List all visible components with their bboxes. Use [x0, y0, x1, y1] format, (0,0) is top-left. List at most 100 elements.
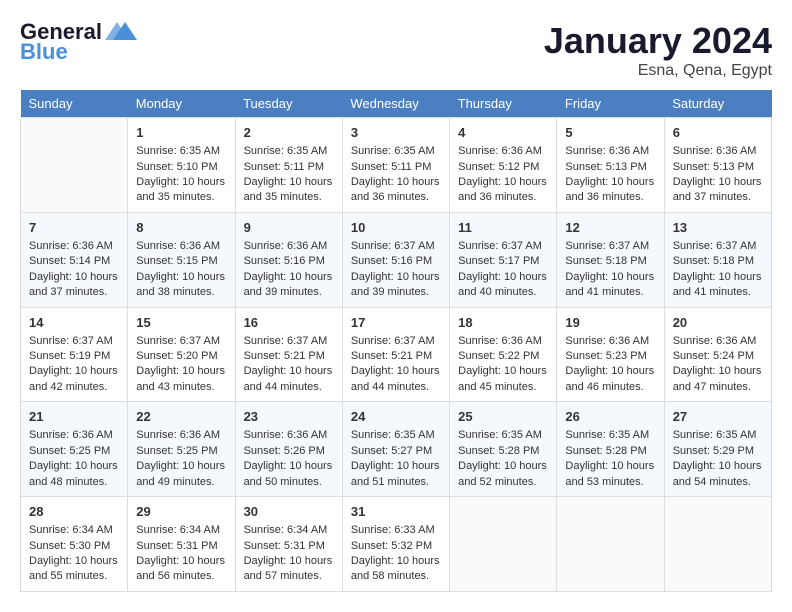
sunrise-text: Sunrise: 6:34 AM	[29, 524, 113, 536]
sunset-text: Sunset: 5:29 PM	[673, 445, 754, 457]
daylight-text: Daylight: 10 hours and 36 minutes.	[351, 176, 440, 203]
sunset-text: Sunset: 5:28 PM	[458, 445, 539, 457]
sunrise-text: Sunrise: 6:36 AM	[244, 429, 328, 441]
sunset-text: Sunset: 5:15 PM	[136, 255, 217, 267]
calendar-cell: 13 Sunrise: 6:37 AM Sunset: 5:18 PM Dayl…	[664, 212, 771, 307]
sunrise-text: Sunrise: 6:36 AM	[136, 240, 220, 252]
day-number: 28	[29, 503, 119, 521]
daylight-text: Daylight: 10 hours and 35 minutes.	[136, 176, 225, 203]
sunrise-text: Sunrise: 6:37 AM	[351, 335, 435, 347]
sunrise-text: Sunrise: 6:33 AM	[351, 524, 435, 536]
daylight-text: Daylight: 10 hours and 49 minutes.	[136, 460, 225, 487]
calendar-cell: 28 Sunrise: 6:34 AM Sunset: 5:30 PM Dayl…	[21, 497, 128, 592]
header-thursday: Thursday	[450, 90, 557, 118]
day-number: 6	[673, 124, 763, 142]
header-friday: Friday	[557, 90, 664, 118]
sunset-text: Sunset: 5:18 PM	[673, 255, 754, 267]
sunrise-text: Sunrise: 6:37 AM	[244, 335, 328, 347]
daylight-text: Daylight: 10 hours and 41 minutes.	[673, 271, 762, 298]
day-number: 19	[565, 314, 655, 332]
sunrise-text: Sunrise: 6:36 AM	[458, 335, 542, 347]
calendar-cell: 30 Sunrise: 6:34 AM Sunset: 5:31 PM Dayl…	[235, 497, 342, 592]
calendar-cell: 19 Sunrise: 6:36 AM Sunset: 5:23 PM Dayl…	[557, 307, 664, 402]
sunrise-text: Sunrise: 6:36 AM	[244, 240, 328, 252]
sunrise-text: Sunrise: 6:36 AM	[29, 240, 113, 252]
sunset-text: Sunset: 5:26 PM	[244, 445, 325, 457]
daylight-text: Daylight: 10 hours and 36 minutes.	[565, 176, 654, 203]
calendar-cell: 7 Sunrise: 6:36 AM Sunset: 5:14 PM Dayli…	[21, 212, 128, 307]
sunset-text: Sunset: 5:11 PM	[244, 161, 325, 173]
sunset-text: Sunset: 5:31 PM	[136, 540, 217, 552]
daylight-text: Daylight: 10 hours and 39 minutes.	[351, 271, 440, 298]
sunrise-text: Sunrise: 6:34 AM	[244, 524, 328, 536]
day-number: 11	[458, 219, 548, 237]
day-number: 14	[29, 314, 119, 332]
day-number: 12	[565, 219, 655, 237]
sunset-text: Sunset: 5:28 PM	[565, 445, 646, 457]
sunset-text: Sunset: 5:17 PM	[458, 255, 539, 267]
calendar-cell: 3 Sunrise: 6:35 AM Sunset: 5:11 PM Dayli…	[342, 118, 449, 213]
calendar-cell	[450, 497, 557, 592]
sunrise-text: Sunrise: 6:37 AM	[136, 335, 220, 347]
sunrise-text: Sunrise: 6:36 AM	[136, 429, 220, 441]
sunset-text: Sunset: 5:25 PM	[136, 445, 217, 457]
day-number: 10	[351, 219, 441, 237]
day-number: 30	[244, 503, 334, 521]
daylight-text: Daylight: 10 hours and 37 minutes.	[673, 176, 762, 203]
sunset-text: Sunset: 5:23 PM	[565, 350, 646, 362]
daylight-text: Daylight: 10 hours and 46 minutes.	[565, 365, 654, 392]
calendar-header-row: SundayMondayTuesdayWednesdayThursdayFrid…	[21, 90, 772, 118]
sunset-text: Sunset: 5:18 PM	[565, 255, 646, 267]
calendar-title: January 2024	[544, 20, 772, 62]
sunset-text: Sunset: 5:13 PM	[673, 161, 754, 173]
daylight-text: Daylight: 10 hours and 41 minutes.	[565, 271, 654, 298]
calendar-cell: 18 Sunrise: 6:36 AM Sunset: 5:22 PM Dayl…	[450, 307, 557, 402]
sunrise-text: Sunrise: 6:35 AM	[673, 429, 757, 441]
sunrise-text: Sunrise: 6:36 AM	[673, 145, 757, 157]
sunrise-text: Sunrise: 6:36 AM	[458, 145, 542, 157]
day-number: 23	[244, 408, 334, 426]
day-number: 21	[29, 408, 119, 426]
sunrise-text: Sunrise: 6:37 AM	[673, 240, 757, 252]
calendar-cell: 27 Sunrise: 6:35 AM Sunset: 5:29 PM Dayl…	[664, 402, 771, 497]
day-number: 9	[244, 219, 334, 237]
sunrise-text: Sunrise: 6:36 AM	[673, 335, 757, 347]
calendar-cell: 29 Sunrise: 6:34 AM Sunset: 5:31 PM Dayl…	[128, 497, 235, 592]
daylight-text: Daylight: 10 hours and 38 minutes.	[136, 271, 225, 298]
sunrise-text: Sunrise: 6:35 AM	[351, 429, 435, 441]
calendar-cell: 25 Sunrise: 6:35 AM Sunset: 5:28 PM Dayl…	[450, 402, 557, 497]
daylight-text: Daylight: 10 hours and 58 minutes.	[351, 555, 440, 582]
calendar-cell: 15 Sunrise: 6:37 AM Sunset: 5:20 PM Dayl…	[128, 307, 235, 402]
daylight-text: Daylight: 10 hours and 39 minutes.	[244, 271, 333, 298]
calendar-cell	[664, 497, 771, 592]
daylight-text: Daylight: 10 hours and 37 minutes.	[29, 271, 118, 298]
calendar-cell: 31 Sunrise: 6:33 AM Sunset: 5:32 PM Dayl…	[342, 497, 449, 592]
sunrise-text: Sunrise: 6:36 AM	[565, 145, 649, 157]
sunset-text: Sunset: 5:30 PM	[29, 540, 110, 552]
calendar-cell: 6 Sunrise: 6:36 AM Sunset: 5:13 PM Dayli…	[664, 118, 771, 213]
day-number: 5	[565, 124, 655, 142]
sunrise-text: Sunrise: 6:35 AM	[458, 429, 542, 441]
calendar-week-row: 21 Sunrise: 6:36 AM Sunset: 5:25 PM Dayl…	[21, 402, 772, 497]
day-number: 3	[351, 124, 441, 142]
sunset-text: Sunset: 5:16 PM	[351, 255, 432, 267]
sunrise-text: Sunrise: 6:34 AM	[136, 524, 220, 536]
sunrise-text: Sunrise: 6:35 AM	[351, 145, 435, 157]
day-number: 17	[351, 314, 441, 332]
day-number: 20	[673, 314, 763, 332]
calendar-cell: 8 Sunrise: 6:36 AM Sunset: 5:15 PM Dayli…	[128, 212, 235, 307]
calendar-cell: 26 Sunrise: 6:35 AM Sunset: 5:28 PM Dayl…	[557, 402, 664, 497]
sunset-text: Sunset: 5:21 PM	[351, 350, 432, 362]
sunset-text: Sunset: 5:19 PM	[29, 350, 110, 362]
calendar-cell: 9 Sunrise: 6:36 AM Sunset: 5:16 PM Dayli…	[235, 212, 342, 307]
daylight-text: Daylight: 10 hours and 56 minutes.	[136, 555, 225, 582]
sunset-text: Sunset: 5:12 PM	[458, 161, 539, 173]
day-number: 18	[458, 314, 548, 332]
calendar-week-row: 14 Sunrise: 6:37 AM Sunset: 5:19 PM Dayl…	[21, 307, 772, 402]
sunrise-text: Sunrise: 6:37 AM	[351, 240, 435, 252]
sunset-text: Sunset: 5:22 PM	[458, 350, 539, 362]
day-number: 15	[136, 314, 226, 332]
daylight-text: Daylight: 10 hours and 57 minutes.	[244, 555, 333, 582]
header-wednesday: Wednesday	[342, 90, 449, 118]
day-number: 1	[136, 124, 226, 142]
